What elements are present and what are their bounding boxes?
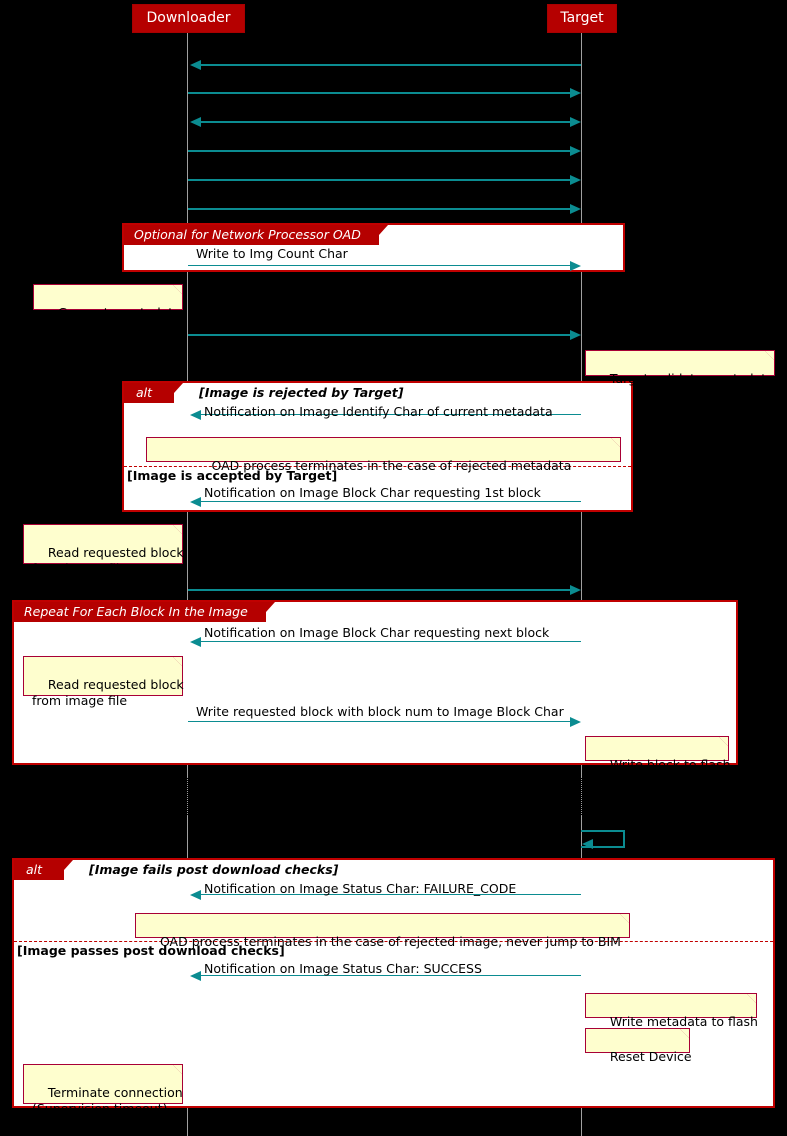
note-text: Generate metadata xyxy=(57,305,181,320)
message-arrowhead-3-right xyxy=(570,117,581,127)
note-fold-icon xyxy=(764,350,775,361)
message-arrow-7 xyxy=(188,265,576,266)
participant-downloader[interactable]: Downloader xyxy=(132,4,245,33)
group-tab-repeat: Repeat For Each Block In the Image xyxy=(14,602,275,622)
note-target-validates-metadata: Target validates metadata xyxy=(585,350,775,386)
message-arrowhead-13 xyxy=(570,717,581,727)
message-arrowhead-6 xyxy=(570,204,581,214)
message-arrowhead-8 xyxy=(570,330,581,340)
note-text: Read requested block from image file xyxy=(32,545,184,576)
message-label-15: Notification on Image Status Char: FAILU… xyxy=(204,881,517,896)
note-text: Write metadata to flash xyxy=(609,1014,758,1029)
note-oad-terminates-rejected-metadata: OAD process terminates in the case of re… xyxy=(146,437,621,473)
note-read-requested-block-2: Read requested block from image file xyxy=(23,656,184,708)
group-tab-optional: Optional for Network Processor OAD xyxy=(124,225,388,245)
group-condition-image-fails: [Image fails post download checks] xyxy=(89,862,339,877)
message-arrow-3 xyxy=(193,121,576,123)
message-arrowhead-11 xyxy=(570,585,581,595)
message-arrow-11 xyxy=(188,589,576,591)
message-arrow-4 xyxy=(188,150,576,152)
note-text: Terminate connection (Supervision timeou… xyxy=(32,1085,183,1116)
note-fold-icon xyxy=(718,736,729,747)
group-tab-alt-post-download: alt xyxy=(14,860,74,880)
note-generate-metadata: Generate metadata xyxy=(33,284,183,320)
note-text: OAD process terminates in the case of re… xyxy=(159,934,621,949)
note-write-block-to-flash: Write block to flash xyxy=(585,736,731,772)
message-arrow-8 xyxy=(188,334,576,336)
group-tab-alt-metadata: alt xyxy=(124,383,184,403)
note-read-requested-block-1: Read requested block from image file xyxy=(23,524,184,576)
note-fold-icon xyxy=(172,284,183,295)
message-arrowhead-2 xyxy=(570,88,581,98)
message-arrowhead-16 xyxy=(190,971,201,981)
note-fold-icon xyxy=(610,437,621,448)
message-arrowhead-15 xyxy=(190,890,201,900)
message-arrow-13 xyxy=(188,721,576,722)
note-fold-icon xyxy=(172,524,183,535)
message-label-16: Notification on Image Status Char: SUCCE… xyxy=(204,961,482,976)
note-write-metadata-to-flash: Write metadata to flash xyxy=(585,993,758,1029)
message-arrow-1 xyxy=(193,64,581,66)
message-label-12: Notification on Image Block Char request… xyxy=(204,625,550,640)
message-arrowhead-4 xyxy=(570,146,581,156)
message-arrow-6 xyxy=(188,208,576,210)
note-text: OAD process terminates in the case of re… xyxy=(211,458,572,473)
message-arrowhead-7 xyxy=(570,261,581,271)
message-arrow-12 xyxy=(193,641,581,642)
sequence-diagram: Optional for Network Processor OAD alt [… xyxy=(0,0,787,1136)
note-terminate-connection: Terminate connection (Supervision timeou… xyxy=(23,1064,183,1116)
message-arrowhead-9 xyxy=(190,410,201,420)
message-arrowhead-14 xyxy=(582,839,593,849)
message-arrowhead-1 xyxy=(190,60,201,70)
message-label-10: Notification on Image Block Char request… xyxy=(204,485,541,500)
note-text: Reset Device xyxy=(609,1049,692,1064)
participant-target[interactable]: Target xyxy=(547,4,617,33)
note-oad-terminates-rejected-image: OAD process terminates in the case of re… xyxy=(135,913,630,949)
message-arrowhead-3-left xyxy=(190,117,201,127)
message-arrowhead-5 xyxy=(570,175,581,185)
note-text: Write block to flash xyxy=(609,757,731,772)
message-label-13: Write requested block with block num to … xyxy=(196,704,564,719)
note-fold-icon xyxy=(172,1064,183,1075)
lifeline-target-delay xyxy=(581,776,583,816)
message-label-7: Write to Img Count Char xyxy=(196,246,348,261)
lifeline-downloader-delay xyxy=(187,776,189,816)
message-arrow-2 xyxy=(188,92,576,94)
note-fold-icon xyxy=(172,656,183,667)
message-arrow-5 xyxy=(188,179,576,181)
group-condition-image-rejected: [Image is rejected by Target] xyxy=(199,385,404,400)
note-fold-icon xyxy=(619,913,630,924)
note-fold-icon xyxy=(746,993,757,1004)
note-text: Target validates metadata xyxy=(609,371,774,386)
message-label-9: Notification on Image Identify Char of c… xyxy=(204,404,553,419)
message-arrowhead-10 xyxy=(190,497,201,507)
message-arrowhead-12 xyxy=(190,637,201,647)
note-reset-device: Reset Device xyxy=(585,1028,692,1064)
note-fold-icon xyxy=(679,1028,690,1039)
